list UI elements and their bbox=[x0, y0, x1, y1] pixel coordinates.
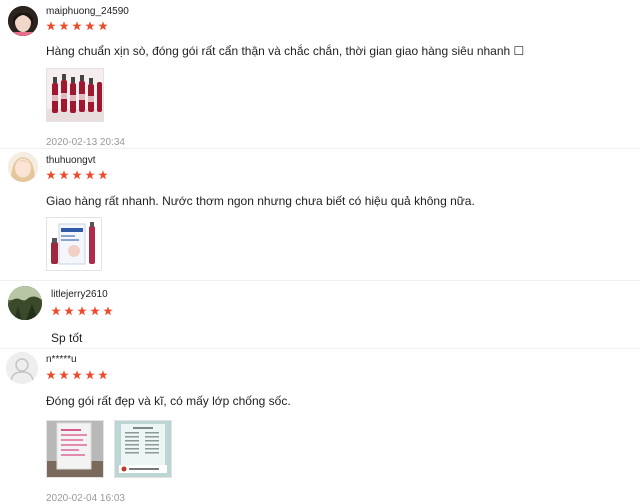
star-icon bbox=[59, 370, 69, 380]
avatar[interactable] bbox=[8, 286, 42, 320]
star-icon bbox=[46, 21, 56, 31]
avatar[interactable] bbox=[8, 6, 38, 36]
review-image-thumbnail[interactable] bbox=[46, 68, 104, 122]
star-icon bbox=[103, 306, 113, 316]
star-icon bbox=[98, 370, 108, 380]
star-icon bbox=[77, 306, 87, 316]
review-images bbox=[46, 217, 102, 271]
user-photo-icon bbox=[8, 286, 42, 320]
reviewer-username[interactable]: maiphuong_24590 bbox=[46, 6, 129, 17]
star-icon bbox=[59, 21, 69, 31]
reviewer-username[interactable]: n*****u bbox=[46, 354, 77, 365]
user-silhouette-icon bbox=[6, 352, 38, 384]
review-images bbox=[46, 420, 172, 478]
star-icon bbox=[64, 306, 74, 316]
star-icon bbox=[72, 170, 82, 180]
star-icon bbox=[85, 370, 95, 380]
review-comment: Giao hàng rất nhanh. Nước thơm ngon nhưn… bbox=[46, 194, 475, 208]
star-icon bbox=[59, 170, 69, 180]
review-timestamp: 2020-02-04 16:03 bbox=[46, 493, 125, 504]
review-comment: Hàng chuẩn xịn sò, đóng gói rất cẩn thận… bbox=[46, 44, 525, 58]
review-image-thumbnail[interactable] bbox=[114, 420, 172, 478]
star-icon bbox=[98, 21, 108, 31]
invoice-image bbox=[115, 421, 171, 477]
star-icon bbox=[51, 306, 61, 316]
review-comment: Sp tốt bbox=[51, 331, 83, 345]
divider bbox=[0, 280, 640, 281]
star-icon bbox=[98, 170, 108, 180]
user-photo-icon bbox=[8, 152, 38, 182]
reviewer-username[interactable]: thuhuongvt bbox=[46, 155, 96, 166]
star-icon bbox=[46, 370, 56, 380]
star-rating bbox=[46, 370, 108, 380]
package-image bbox=[47, 421, 103, 477]
product-bottles-image bbox=[47, 69, 103, 121]
avatar[interactable] bbox=[8, 152, 38, 182]
review-comment: Đóng gói rất đẹp và kĩ, có mấy lớp chống… bbox=[46, 394, 291, 408]
review-timestamp: 2020-02-13 20:34 bbox=[46, 137, 125, 148]
product-box-image bbox=[47, 218, 101, 270]
divider bbox=[0, 348, 640, 349]
star-icon bbox=[85, 21, 95, 31]
star-icon bbox=[72, 21, 82, 31]
avatar[interactable] bbox=[6, 352, 38, 384]
star-icon bbox=[72, 370, 82, 380]
review-image-thumbnail[interactable] bbox=[46, 420, 104, 478]
star-icon bbox=[46, 170, 56, 180]
user-photo-icon bbox=[8, 6, 38, 36]
star-icon bbox=[90, 306, 100, 316]
review-image-thumbnail[interactable] bbox=[46, 217, 102, 271]
star-rating bbox=[46, 170, 108, 180]
review-images bbox=[46, 68, 104, 122]
divider bbox=[0, 148, 640, 149]
star-rating bbox=[46, 21, 108, 31]
star-icon bbox=[85, 170, 95, 180]
reviewer-username[interactable]: litlejerry2610 bbox=[51, 289, 108, 300]
star-rating bbox=[51, 306, 113, 316]
